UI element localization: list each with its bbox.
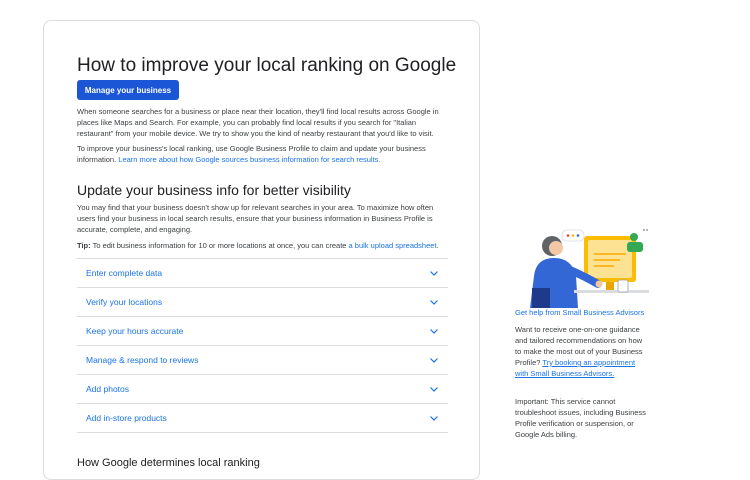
sources-link[interactable]: Learn more about how Google sources busi…: [118, 155, 380, 164]
accordion-label: Manage & respond to reviews: [86, 355, 199, 365]
manage-business-button[interactable]: Manage your business: [77, 80, 179, 100]
accordion-label: Add photos: [86, 384, 130, 394]
accordion-label: Verify your locations: [86, 297, 163, 307]
section-title: Update your business info for better vis…: [77, 182, 351, 198]
advisor-note: Important: This service cannot troublesh…: [515, 397, 646, 439]
bulk-upload-link[interactable]: a bulk upload spreadsheet: [349, 241, 437, 250]
accordion-item-complete-data[interactable]: Enter complete data: [77, 259, 448, 288]
ranking-paragraph: To improve your business's local ranking…: [77, 143, 448, 165]
accordion-label: Enter complete data: [86, 268, 163, 278]
accordion-label: Add in-store products: [86, 413, 167, 423]
advisor-description: Want to receive one-on-one guidance and …: [515, 324, 649, 379]
accordion-item-products[interactable]: Add in-store products: [77, 404, 448, 433]
tips-accordion: Enter complete data Verify your location…: [77, 258, 448, 433]
chevron-down-icon: [430, 269, 438, 277]
tip-text: To edit business information for 10 or m…: [92, 241, 347, 250]
article-card: How to improve your local ranking on Goo…: [43, 20, 480, 480]
chevron-down-icon: [430, 414, 438, 422]
tip-paragraph: Tip: To edit business information for 10…: [77, 240, 448, 251]
accordion-label: Keep your hours accurate: [86, 326, 184, 336]
chevron-down-icon: [430, 327, 438, 335]
chevron-down-icon: [430, 298, 438, 306]
page-title: How to improve your local ranking on Goo…: [77, 55, 457, 76]
advisor-illustration: [530, 229, 649, 308]
accordion-item-verify-locations[interactable]: Verify your locations: [77, 288, 448, 317]
section-paragraph: You may find that your business doesn't …: [77, 203, 434, 234]
tip-end: .: [436, 241, 439, 250]
small-business-advisors-link[interactable]: Get help from Small Business Advisors: [515, 308, 644, 317]
intro-paragraph: When someone searches for a business or …: [77, 107, 439, 138]
chevron-down-icon: [430, 385, 438, 393]
next-section-heading: How Google determines local ranking: [77, 457, 260, 469]
accordion-item-hours[interactable]: Keep your hours accurate: [77, 317, 448, 346]
tip-label: Tip:: [77, 241, 91, 250]
accordion-item-photos[interactable]: Add photos: [77, 375, 448, 404]
chevron-down-icon: [430, 356, 438, 364]
accordion-item-reviews[interactable]: Manage & respond to reviews: [77, 346, 448, 375]
